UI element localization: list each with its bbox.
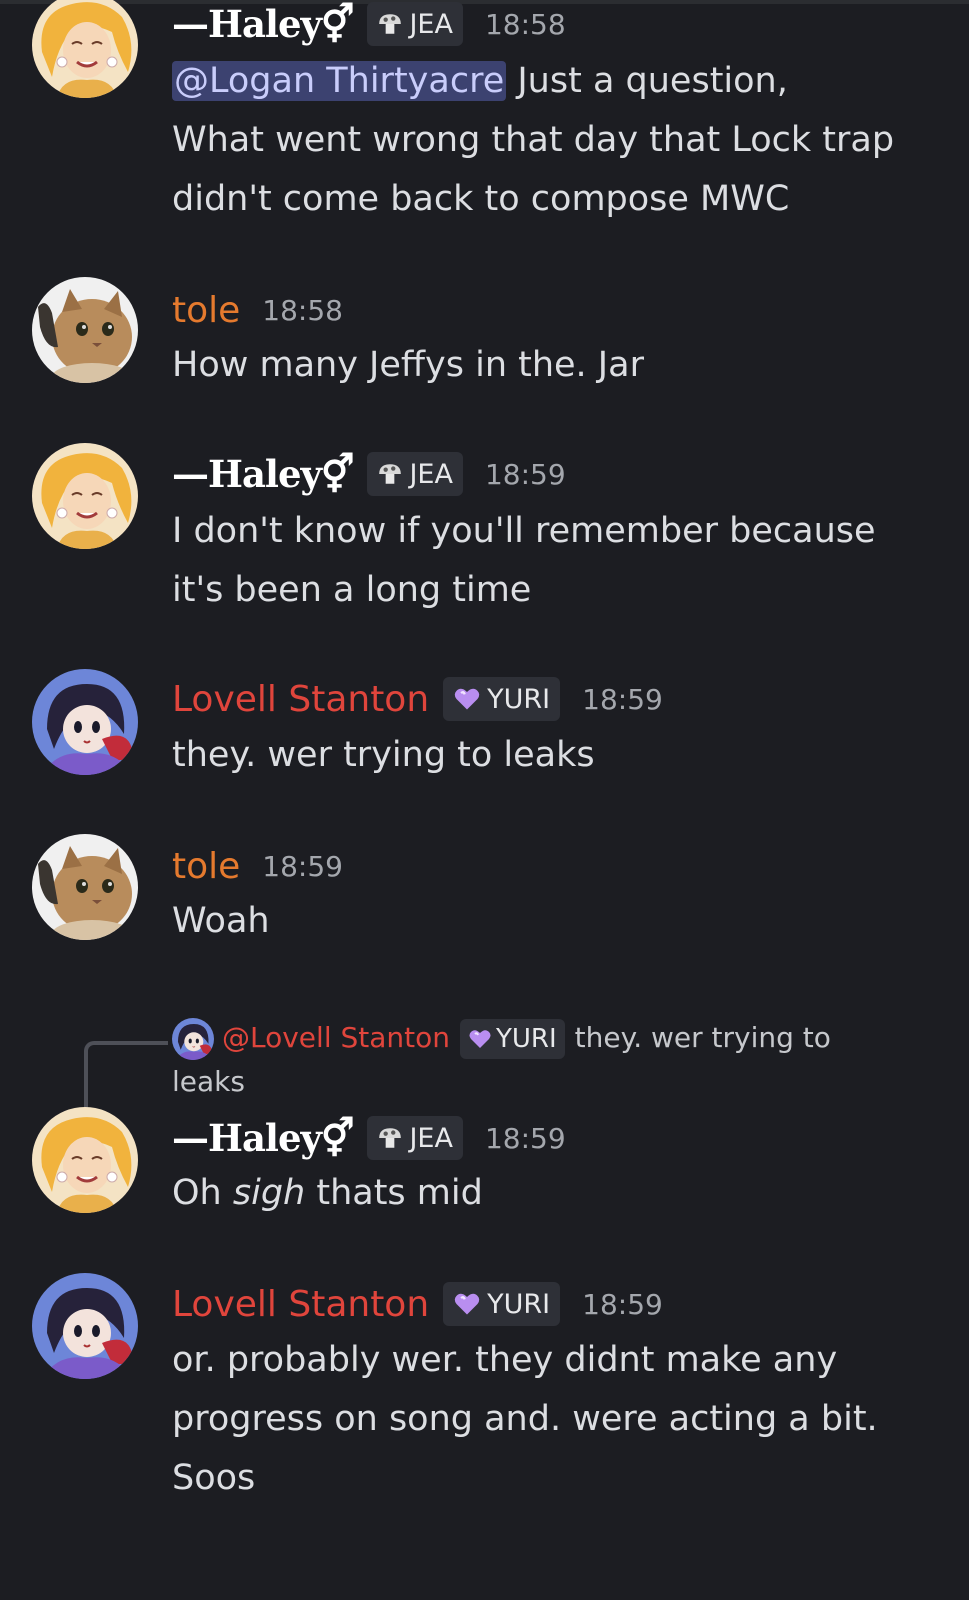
author-name[interactable]: Lovell Stanton (172, 1284, 429, 1325)
mushroom-icon (377, 1125, 403, 1151)
timestamp: 18:59 (582, 682, 663, 716)
role-tag[interactable]: JEA (367, 1116, 463, 1160)
timestamp: 18:59 (582, 1287, 663, 1321)
role-tag[interactable]: JEA (367, 2, 463, 46)
reply-text-cont: leaks (172, 1065, 245, 1098)
reply-preview[interactable]: @Lovell Stanton YURI they. wer trying to le… (172, 1016, 932, 1104)
reply-avatar (172, 1018, 214, 1060)
message-text: or. probably wer. they didnt make any pr… (172, 1340, 878, 1498)
timestamp: 18:59 (484, 1121, 566, 1155)
message-text: How many Jeffys in the. Jar (172, 345, 644, 385)
purple-heart-icon (453, 685, 481, 713)
timestamp: 18:58 (484, 7, 566, 41)
author-name[interactable]: Lovell Stanton (172, 679, 429, 720)
reply-role-tag: YURI (460, 1019, 565, 1059)
author-name[interactable]: —Haley⚥ (172, 452, 354, 496)
avatar-tole[interactable] (32, 834, 138, 940)
message-text: Oh sigh thats mid (172, 1173, 483, 1213)
message-text: they. wer trying to leaks (172, 735, 595, 775)
timestamp: 18:59 (484, 457, 566, 491)
avatar-lovell[interactable] (32, 1273, 138, 1379)
author-name[interactable]: tole (172, 846, 240, 887)
avatar-haley[interactable] (32, 1107, 138, 1213)
mushroom-icon (377, 461, 403, 487)
author-name[interactable]: —Haley⚥ (172, 2, 354, 46)
message-text: Woah (172, 901, 270, 941)
author-name[interactable]: —Haley⚥ (172, 1116, 354, 1160)
timestamp: 18:59 (262, 849, 343, 883)
reply-author[interactable]: @Lovell Stanton (222, 1021, 450, 1054)
author-name[interactable]: tole (172, 290, 240, 331)
purple-heart-icon (468, 1027, 492, 1051)
timestamp: 18:58 (262, 293, 343, 327)
avatar-tole[interactable] (32, 277, 138, 383)
role-tag[interactable]: JEA (367, 452, 463, 496)
purple-heart-icon (453, 1290, 481, 1318)
mushroom-icon (377, 11, 403, 37)
avatar-haley[interactable] (32, 443, 138, 549)
reply-text: they. wer trying to (574, 1021, 831, 1054)
role-tag[interactable]: YURI (443, 677, 561, 721)
avatar-lovell[interactable] (32, 669, 138, 775)
message-text: @Logan Thirtyacre Just a question, What … (172, 61, 895, 219)
message-text: I don't know if you'll remember because … (172, 511, 876, 610)
user-mention[interactable]: @Logan Thirtyacre (172, 61, 507, 101)
role-tag[interactable]: YURI (443, 1282, 561, 1326)
avatar-haley[interactable] (32, 0, 138, 98)
